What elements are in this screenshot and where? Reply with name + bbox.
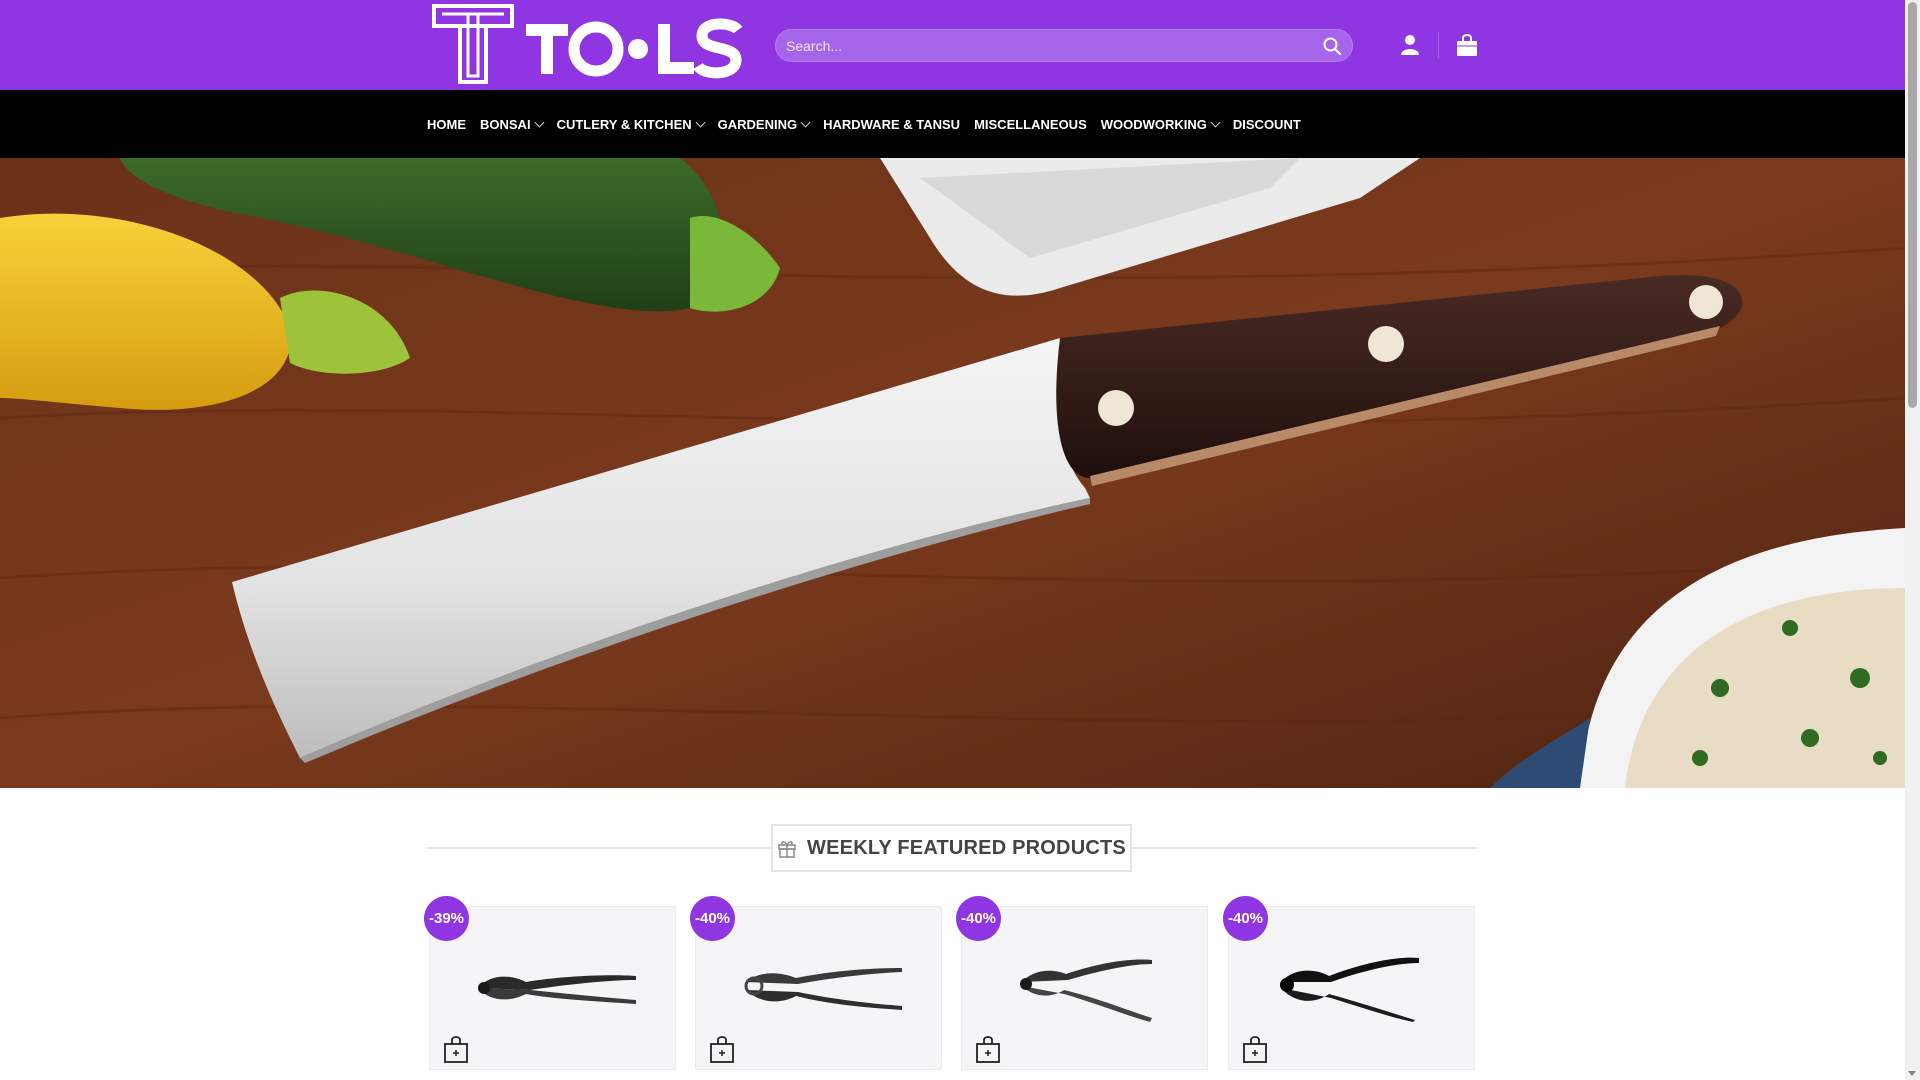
product-card[interactable]: -40% xyxy=(956,896,1208,1070)
header-divider xyxy=(1438,32,1439,58)
featured-products: -39% -40% -40% -40% xyxy=(424,896,1477,1071)
search-icon[interactable] xyxy=(1322,36,1342,56)
discount-badge: -40% xyxy=(1223,896,1268,941)
chevron-down-icon xyxy=(534,117,545,127)
search-input[interactable] xyxy=(776,30,1296,61)
nav-item-gardening[interactable]: GARDENING xyxy=(718,117,811,132)
nav-item-miscellaneous[interactable]: MISCELLANEOUS xyxy=(974,117,1087,132)
add-to-cart-bag-icon[interactable] xyxy=(1243,1035,1267,1063)
discount-badge: -39% xyxy=(424,896,469,941)
site-header xyxy=(0,0,1905,90)
add-to-cart-bag-icon[interactable] xyxy=(710,1035,734,1063)
page-scrollbar[interactable] xyxy=(1905,0,1920,1080)
discount-badge: -40% xyxy=(956,896,1001,941)
product-image[interactable] xyxy=(1269,952,1439,1022)
nav-item-cutlery-kitchen[interactable]: CUTLERY & KITCHEN xyxy=(557,117,706,132)
add-to-cart-bag-icon[interactable] xyxy=(444,1035,468,1063)
add-to-cart-bag-icon[interactable] xyxy=(976,1035,1000,1063)
chevron-down-icon xyxy=(695,117,706,127)
search-bar xyxy=(775,29,1353,62)
product-image[interactable] xyxy=(1002,952,1172,1022)
product-image[interactable] xyxy=(470,952,640,1022)
main-navigation: HOME BONSAI CUTLERY & KITCHEN GARDENING … xyxy=(0,90,1905,158)
product-card[interactable]: -40% xyxy=(1223,896,1475,1070)
shopping-bag-icon[interactable] xyxy=(1456,33,1478,57)
tools-logo[interactable] xyxy=(432,4,744,86)
section-title: WEEKLY FEATURED PRODUCTS xyxy=(807,836,1126,859)
hero-image xyxy=(0,158,1905,788)
featured-section-header: WEEKLY FEATURED PRODUCTS xyxy=(427,824,1477,872)
scrollbar-thumb[interactable] xyxy=(1908,2,1917,408)
product-image[interactable] xyxy=(736,952,906,1022)
nav-item-home[interactable]: HOME xyxy=(427,117,466,132)
nav-item-bonsai[interactable]: BONSAI xyxy=(480,117,545,132)
product-card[interactable]: -39% xyxy=(424,896,676,1070)
scroll-down-arrow-icon[interactable] xyxy=(1908,1071,1916,1076)
chevron-down-icon xyxy=(800,117,811,127)
gift-icon xyxy=(778,841,796,858)
hero-banner[interactable] xyxy=(0,158,1905,788)
product-card[interactable]: -40% xyxy=(690,896,942,1070)
user-icon[interactable] xyxy=(1400,34,1420,56)
nav-item-hardware-tansu[interactable]: HARDWARE & TANSU xyxy=(823,117,960,132)
page: HOME BONSAI CUTLERY & KITCHEN GARDENING … xyxy=(0,0,1920,1080)
section-title-box: WEEKLY FEATURED PRODUCTS xyxy=(771,824,1132,872)
nav-item-discount[interactable]: DISCOUNT xyxy=(1233,117,1301,132)
discount-badge: -40% xyxy=(690,896,735,941)
nav-item-woodworking[interactable]: WOODWORKING xyxy=(1101,117,1221,132)
chevron-down-icon xyxy=(1210,117,1221,127)
